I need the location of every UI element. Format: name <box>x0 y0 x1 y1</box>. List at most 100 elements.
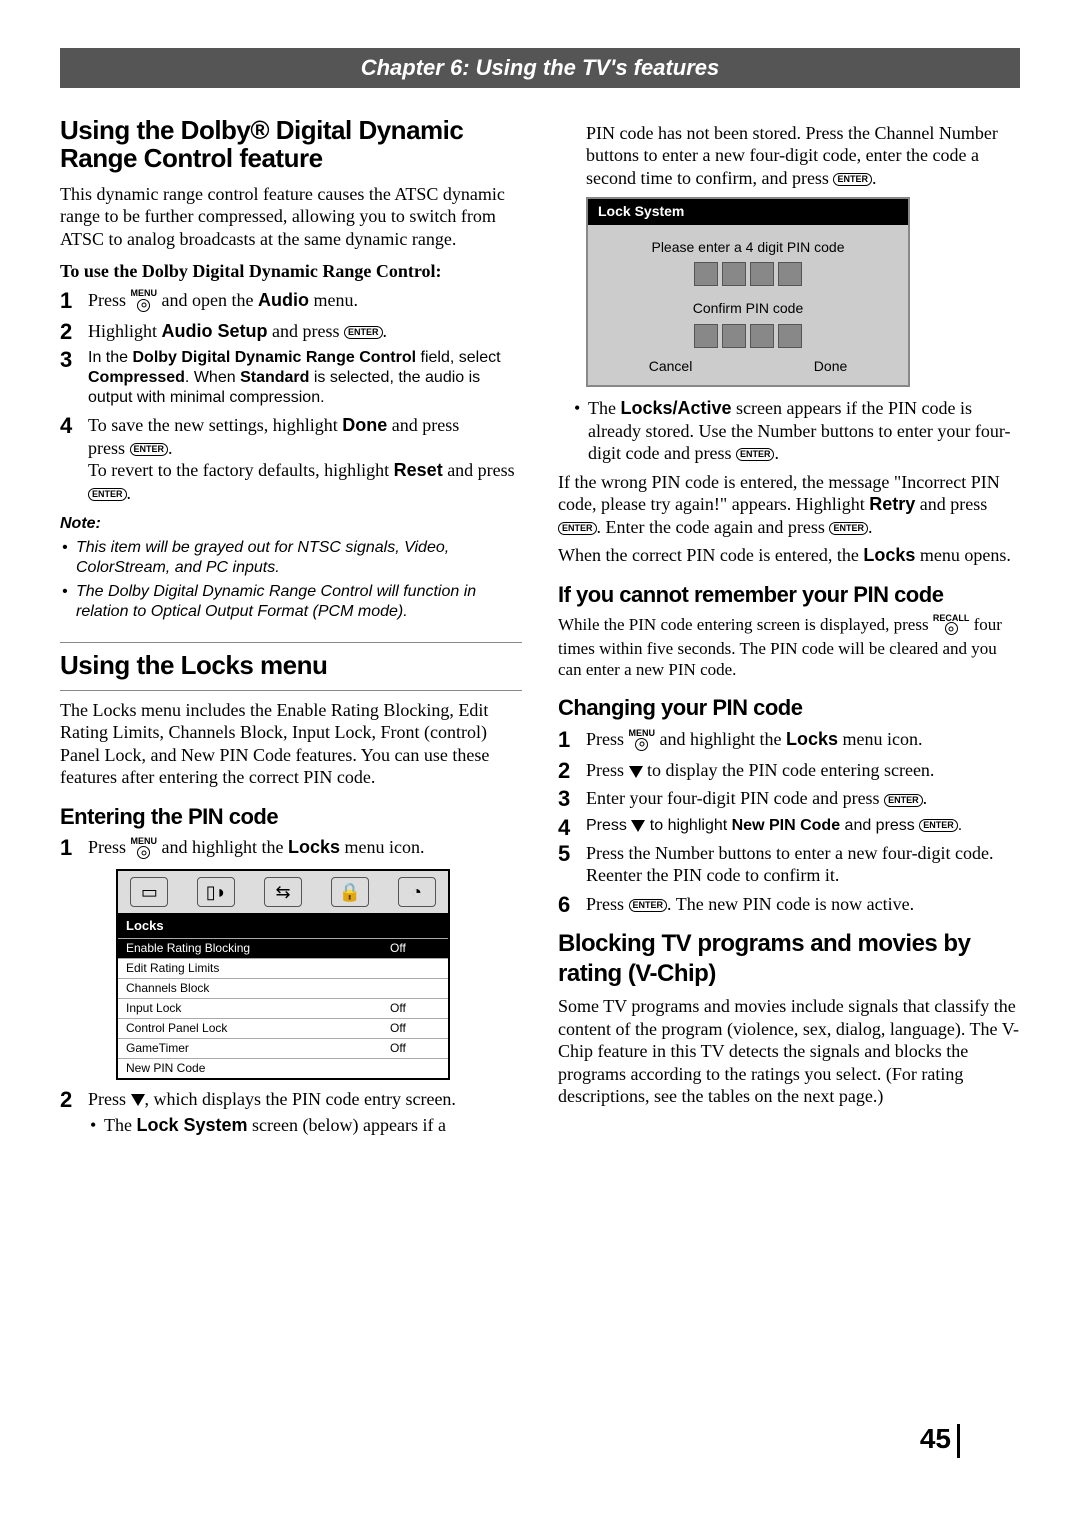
enter-button-icon: ENTER <box>629 899 668 912</box>
heading-vchip: Blocking TV programs and movies by ratin… <box>558 929 1020 989</box>
locks-row-5: GameTimerOff <box>118 1038 448 1058</box>
text: Highlight <box>88 321 162 341</box>
text: PIN code has not been stored. Press the … <box>586 123 998 188</box>
ep-step-2: Press , which displays the PIN code entr… <box>60 1088 522 1137</box>
menu-button-icon: MENU <box>131 289 158 313</box>
chapter-bar: Chapter 6: Using the TV's features <box>60 48 1020 88</box>
pin-done: Done <box>814 358 847 376</box>
done-label: Done <box>342 415 387 435</box>
enter-button-icon: ENTER <box>88 488 127 501</box>
text: Enter your four-digit PIN code and press <box>586 788 884 808</box>
text: . Enter the code again and press <box>597 517 830 537</box>
tab-icon-setup: ⇆ <box>264 877 302 907</box>
ep-bullet: The Lock System screen (below) appears i… <box>88 1114 522 1137</box>
section-divider <box>60 690 522 691</box>
tab-icon-timer: ◔ <box>398 877 436 907</box>
pin-msg-1: Please enter a 4 digit PIN code <box>588 239 908 257</box>
text: Press <box>88 1089 131 1109</box>
instruction-heading: To use the Dolby Digital Dynamic Range C… <box>60 260 522 283</box>
note-heading: Note: <box>60 514 522 534</box>
text: and press <box>443 460 515 480</box>
note-item-2: The Dolby Digital Dynamic Range Control … <box>60 582 522 622</box>
text: menu icon. <box>340 837 424 857</box>
dolby-intro: This dynamic range control feature cause… <box>60 183 522 251</box>
locks-tabs: ▭ ▯◗ ⇆ 🔒 ◔ <box>118 871 448 915</box>
locks-active-label: Locks/Active <box>620 398 731 418</box>
locks-active-item: The Locks/Active screen appears if the P… <box>572 397 1020 465</box>
text: Press <box>586 729 629 749</box>
text: Press <box>586 760 629 780</box>
text: and press <box>915 494 987 514</box>
locks-intro: The Locks menu includes the Enable Ratin… <box>60 699 522 789</box>
pin-cancel: Cancel <box>649 358 693 376</box>
enter-button-icon: ENTER <box>558 522 597 535</box>
tab-icon-lock: 🔒 <box>331 877 369 907</box>
down-arrow-icon <box>131 1094 145 1106</box>
heading-entering-pin: Entering the PIN code <box>60 803 522 831</box>
locks-row-2: Channels Block <box>118 978 448 998</box>
text: The <box>588 398 620 418</box>
ep-step-1: Press MENU and highlight the Locks menu … <box>60 836 522 1079</box>
heading-locks-menu: Using the Locks menu <box>60 651 522 680</box>
locks-label: Locks <box>288 837 340 857</box>
enter-button-icon: ENTER <box>344 326 383 339</box>
text: menu opens. <box>915 545 1010 565</box>
enter-button-icon: ENTER <box>884 794 923 807</box>
enter-button-icon: ENTER <box>130 443 169 456</box>
locks-label: Locks <box>863 545 915 565</box>
enter-button-icon: ENTER <box>919 819 958 832</box>
locks-active-bullet: The Locks/Active screen appears if the P… <box>558 397 1020 465</box>
audio-setup-label: Audio Setup <box>162 321 268 341</box>
text: and highlight the <box>655 729 786 749</box>
enter-button-icon: ENTER <box>833 173 872 186</box>
step-1: Press MENU and open the Audio menu. <box>60 289 522 314</box>
text: menu. <box>309 290 358 310</box>
enter-button-icon: ENTER <box>736 448 775 461</box>
text: . When <box>185 369 240 386</box>
tab-icon-audio: ▯◗ <box>197 877 235 907</box>
heading-change-pin: Changing your PIN code <box>558 694 1020 722</box>
text: field, select <box>416 349 500 366</box>
page-number: 45 <box>920 1421 960 1458</box>
right-column: PIN code has not been stored. Press the … <box>558 116 1020 1143</box>
locks-row-0: Enable Rating BlockingOff <box>118 938 448 958</box>
text: Press <box>586 817 631 834</box>
step-3: In the Dolby Digital Dynamic Range Contr… <box>60 348 522 408</box>
change-pin-steps: Press MENU and highlight the Locks menu … <box>558 728 1020 916</box>
text: to highlight <box>645 817 731 834</box>
reset-label: Reset <box>394 460 443 480</box>
text: Press <box>586 894 629 914</box>
locks-row-1: Edit Rating Limits <box>118 958 448 978</box>
pin-panel-title: Lock System <box>588 199 908 225</box>
locks-row-4: Control Panel LockOff <box>118 1018 448 1038</box>
pin-boxes-2 <box>588 324 908 348</box>
recall-button-icon: RECALL <box>933 614 970 637</box>
enter-button-icon: ENTER <box>829 522 868 535</box>
correct-pin-paragraph: When the correct PIN code is entered, th… <box>558 544 1020 567</box>
text: Press <box>88 837 131 857</box>
text: and press <box>268 321 344 341</box>
dolby-steps: Press MENU and open the Audio menu. High… <box>60 289 522 505</box>
locks-row-6: New PIN Code <box>118 1058 448 1078</box>
pin-msg-2: Confirm PIN code <box>588 300 908 318</box>
text: . The new PIN code is now active. <box>667 894 914 914</box>
text: To save the new settings, highlight <box>88 415 342 435</box>
heading-dolby: Using the Dolby® Digital Dynamic Range C… <box>60 116 522 173</box>
c-step-3: Enter your four-digit PIN code and press… <box>558 787 1020 810</box>
down-arrow-icon <box>631 820 645 832</box>
c-step-2: Press to display the PIN code entering s… <box>558 759 1020 782</box>
text: screen (below) appears if a <box>248 1115 446 1135</box>
step-2: Highlight Audio Setup and press ENTER. <box>60 320 522 343</box>
compressed-label: Compressed <box>88 369 185 386</box>
text: To revert to the factory defaults, highl… <box>88 460 394 480</box>
note-item-1: This item will be grayed out for NTSC si… <box>60 538 522 578</box>
left-column: Using the Dolby® Digital Dynamic Range C… <box>60 116 522 1143</box>
text: In the <box>88 349 132 366</box>
down-arrow-icon <box>629 766 643 778</box>
text: and open the <box>157 290 258 310</box>
lock-system-label: Lock System <box>136 1115 247 1135</box>
pin-boxes-1 <box>588 262 908 286</box>
retry-label: Retry <box>869 494 915 514</box>
menu-button-icon: MENU <box>131 837 158 861</box>
section-divider <box>60 642 522 643</box>
